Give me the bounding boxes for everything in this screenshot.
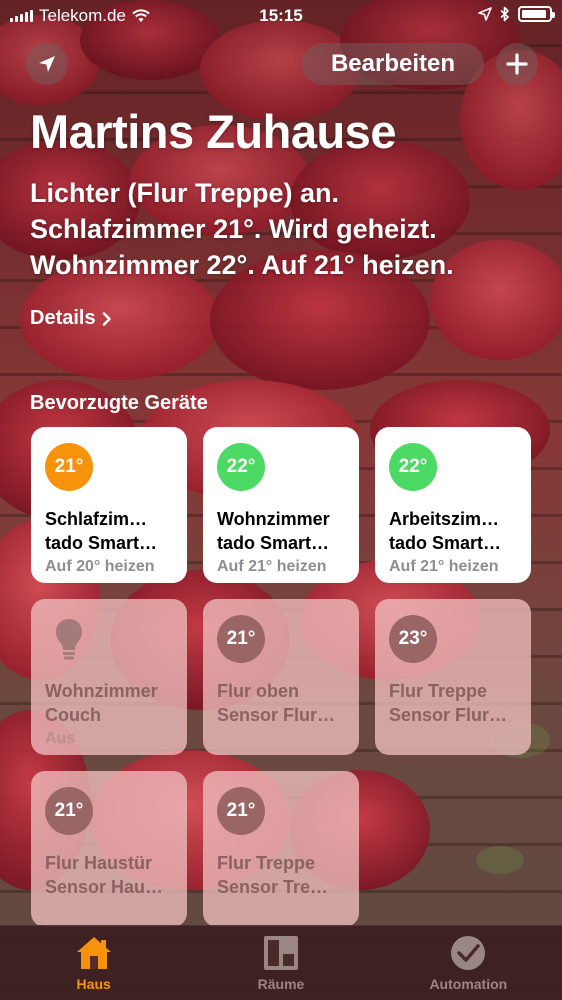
details-label: Details — [30, 307, 96, 329]
tile-room: Wohnzimmer — [45, 681, 158, 701]
add-button[interactable] — [496, 43, 538, 85]
tab-haus[interactable]: Haus — [0, 926, 187, 1000]
rooms-icon — [263, 936, 298, 970]
tile-device: Sensor Tre… — [217, 877, 329, 897]
tile-name: Schlafzim… tado Smart… — [45, 507, 173, 555]
house-icon — [76, 937, 111, 969]
tile-device: Sensor Flur… — [217, 705, 336, 725]
status-bar: Telekom.de 15:15 — [0, 0, 562, 34]
temperature-badge: 22° — [389, 443, 437, 491]
accessory-tile-flur-oben[interactable]: 21° Flur oben Sensor Flur… — [203, 599, 359, 755]
tile-room: Flur Treppe — [389, 681, 488, 701]
tile-device: tado Smart… — [45, 533, 158, 553]
accessory-tile-flur-haustuer[interactable]: 21° Flur Haustür Sensor Hau… — [31, 771, 187, 927]
tab-label: Haus — [76, 976, 111, 992]
tile-name: Flur Haustür Sensor Hau… — [45, 851, 173, 899]
accessory-tile-schlafzimmer[interactable]: 21° Schlafzim… tado Smart… Auf 20° heize… — [31, 427, 187, 583]
home-title: Martins Zuhause — [30, 105, 396, 158]
accessory-tile-flur-treppe-sensor[interactable]: 21° Flur Treppe Sensor Tre… — [203, 771, 359, 927]
tile-name: Flur Treppe Sensor Flur… — [389, 679, 517, 727]
tab-raeume[interactable]: Räume — [187, 926, 374, 1000]
summary-line: Lichter (Flur Treppe) an. — [30, 178, 340, 208]
tile-name: Flur oben Sensor Flur… — [217, 679, 345, 727]
details-link[interactable]: Details — [30, 307, 112, 330]
tab-automation[interactable]: Automation — [375, 926, 562, 1000]
tile-room: Flur Haustür — [45, 853, 153, 873]
summary-line: Wohnzimmer 22°. Auf 21° heizen. — [30, 250, 454, 280]
accessory-tile-flur-treppe[interactable]: 23° Flur Treppe Sensor Flur… — [375, 599, 531, 755]
status-icons — [478, 6, 555, 22]
tile-name: Flur Treppe Sensor Tre… — [217, 851, 345, 899]
summary-line: Schlafzimmer 21°. Wird geheizt. — [30, 214, 437, 244]
accessory-tile-couch-light[interactable]: Wohnzimmer Couch Aus — [31, 599, 187, 755]
favorites-section-title: Bevorzugte Geräte — [30, 392, 208, 414]
tab-label: Räume — [257, 976, 305, 992]
temperature-badge: 21° — [217, 615, 265, 663]
location-arrow-icon — [39, 56, 55, 72]
temperature-badge: 21° — [217, 787, 265, 835]
tile-device: tado Smart… — [389, 533, 502, 553]
temperature-badge: 21° — [45, 443, 93, 491]
lightbulb-icon — [45, 615, 93, 663]
plus-icon — [506, 53, 528, 75]
tile-room: Arbeitszim… — [389, 509, 500, 529]
tab-bar: Haus Räume Automation — [0, 925, 562, 1000]
tile-status: Auf 20° heizen — [45, 558, 155, 575]
chevron-right-icon — [102, 311, 111, 326]
tile-room: Schlafzim… — [45, 509, 148, 529]
tile-status: Aus — [45, 730, 76, 747]
accessory-tile-wohnzimmer[interactable]: 22° Wohnzimmer tado Smart… Auf 21° heize… — [203, 427, 359, 583]
edit-button[interactable]: Bearbeiten — [302, 43, 484, 85]
tile-status: Auf 21° heizen — [217, 558, 327, 575]
tile-device: Sensor Hau… — [45, 877, 164, 897]
tile-room: Flur Treppe — [217, 853, 316, 873]
tile-status: Auf 21° heizen — [389, 558, 499, 575]
accessory-tile-arbeitszimmer[interactable]: 22° Arbeitszim… tado Smart… Auf 21° heiz… — [375, 427, 531, 583]
temperature-badge: 21° — [45, 787, 93, 835]
automation-icon — [451, 936, 486, 970]
battery-icon — [518, 6, 555, 22]
location-button[interactable] — [26, 43, 68, 85]
tile-device: Couch — [45, 705, 101, 725]
location-services-icon — [478, 7, 492, 21]
tile-name: Wohnzimmer tado Smart… — [217, 507, 345, 555]
bluetooth-icon — [500, 6, 509, 22]
tile-room: Wohnzimmer — [217, 509, 330, 529]
temperature-badge: 23° — [389, 615, 437, 663]
tile-device: tado Smart… — [217, 533, 330, 553]
tab-label: Automation — [429, 976, 508, 992]
home-summary: Lichter (Flur Treppe) an. Schlafzimmer 2… — [30, 175, 545, 283]
tile-name: Arbeitszim… tado Smart… — [389, 507, 517, 555]
tile-room: Flur oben — [217, 681, 299, 701]
temperature-badge: 22° — [217, 443, 265, 491]
tile-device: Sensor Flur… — [389, 705, 508, 725]
tile-name: Wohnzimmer Couch — [45, 679, 173, 727]
